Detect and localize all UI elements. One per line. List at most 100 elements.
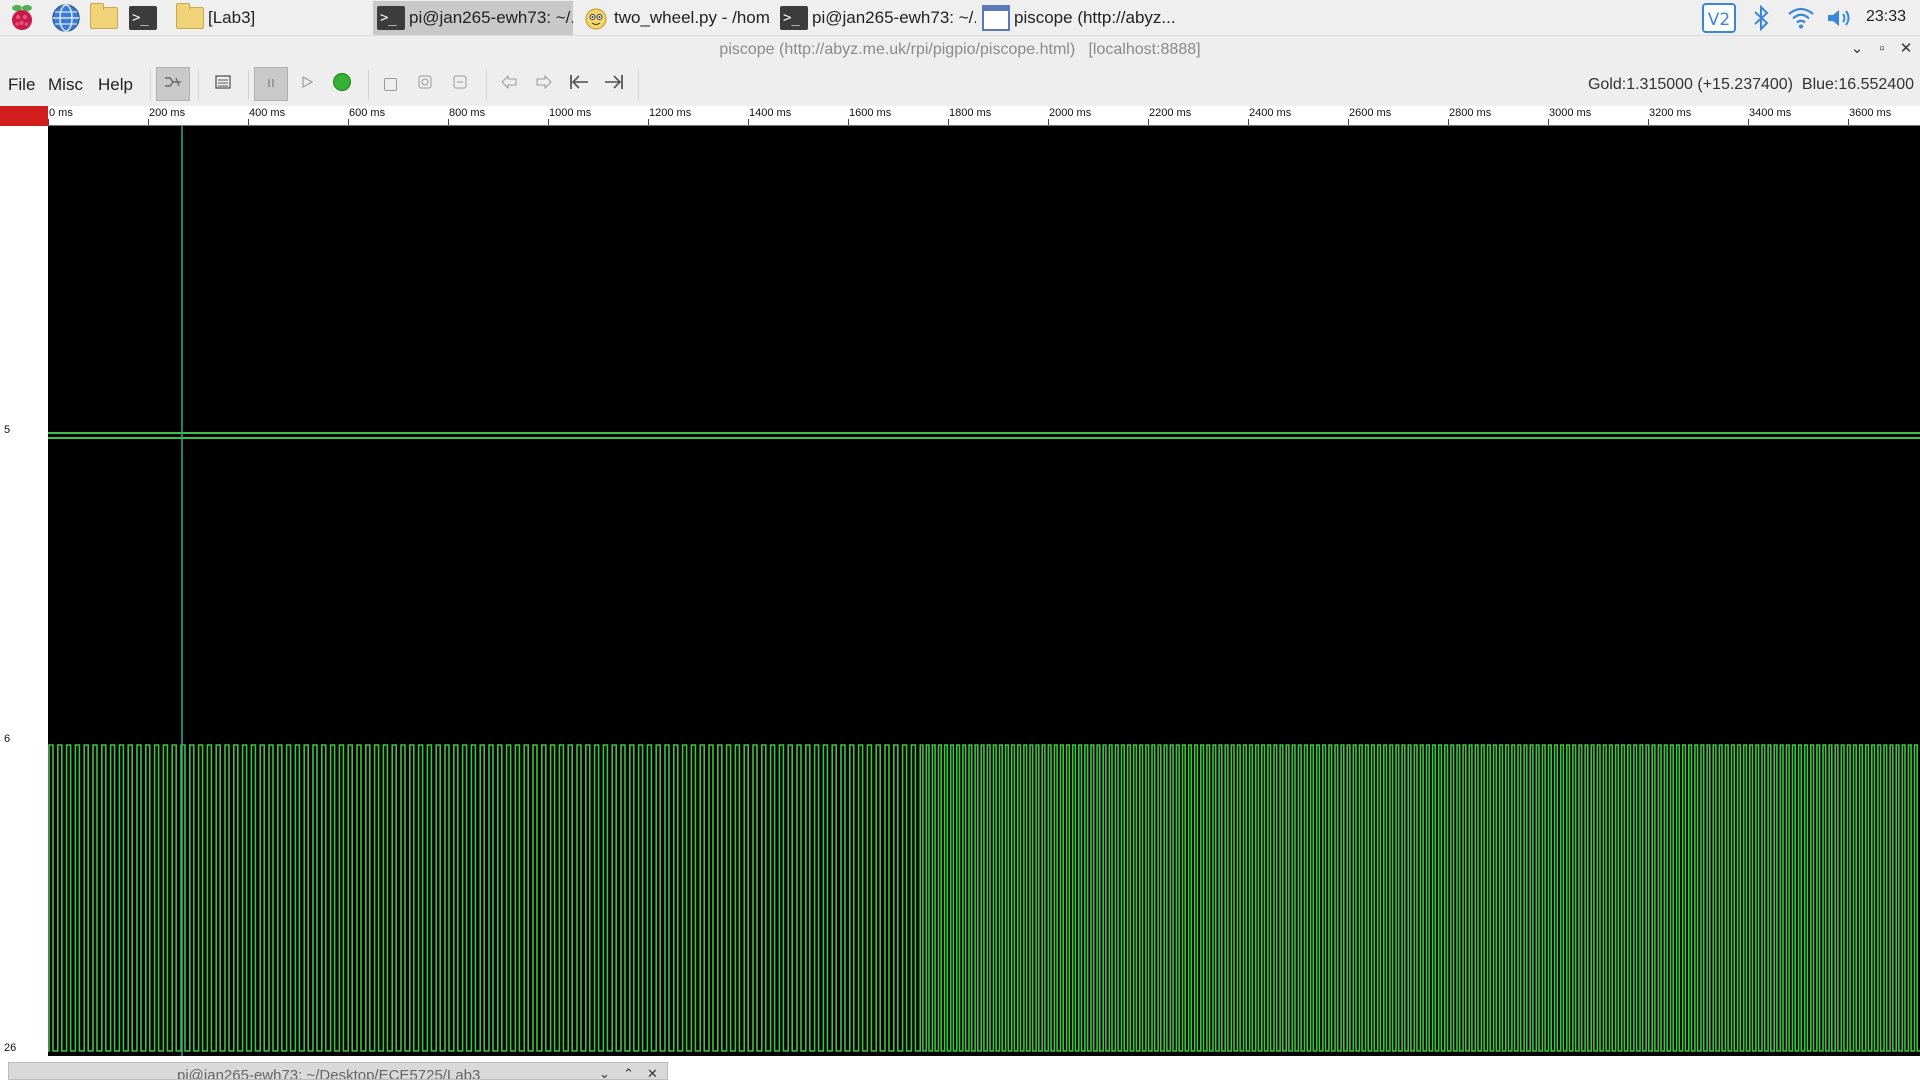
- time-tick-mark: [148, 119, 149, 125]
- pause-button[interactable]: [254, 67, 288, 101]
- gpio-label-6[interactable]: 6: [4, 733, 10, 745]
- time-tick-mark: [1148, 119, 1149, 125]
- web-browser-icon[interactable]: [51, 3, 81, 33]
- play-button[interactable]: [290, 67, 324, 101]
- time-tick-label: 1200 ms: [649, 107, 692, 119]
- scroll-left-button[interactable]: [492, 67, 526, 101]
- time-tick-mark: [648, 119, 649, 125]
- taskbar-task-label: piscope (http://abyz....: [1014, 8, 1176, 27]
- terminal-icon: >_: [780, 5, 808, 31]
- clock[interactable]: 23:33: [1866, 8, 1906, 26]
- go-to-start-icon: [569, 74, 589, 95]
- time-tick-label: 600 ms: [349, 107, 386, 119]
- window-title-bar[interactable]: piscope (http://abyz.me.uk/rpi/pigpio/pi…: [0, 36, 1920, 64]
- toolbar-separator: [486, 70, 487, 100]
- gpio-label-5[interactable]: 5: [4, 424, 10, 436]
- time-ruler[interactable]: 0 ms 200 ms 400 ms 600 ms 800 ms 1000 ms 1200 …: [48, 106, 1920, 126]
- maximize-button[interactable]: ▫: [1873, 40, 1891, 58]
- minimize-button[interactable]: ⌄: [1848, 40, 1866, 58]
- clear-marker-button[interactable]: [443, 67, 477, 101]
- time-tick-mark: [448, 119, 449, 125]
- trigger-mode-icon: [164, 75, 182, 94]
- time-tick-label: 3000 ms: [1549, 107, 1592, 119]
- wifi-icon[interactable]: [1786, 0, 1816, 36]
- trigger-mode-button[interactable]: [156, 67, 190, 101]
- gpio-6-trace: [48, 744, 1920, 1052]
- gold-marker-button[interactable]: [373, 67, 407, 101]
- time-tick-mark: [348, 119, 349, 125]
- toolbar-separator: [638, 70, 639, 100]
- time-tick-mark: [848, 119, 849, 125]
- time-tick-label: 800 ms: [449, 107, 486, 119]
- pause-icon: [266, 75, 276, 93]
- toolbar: File Misc Help Gold:1.315000 (+15.237400…: [0, 64, 1920, 106]
- window-title: piscope (http://abyz.me.uk/rpi/pigpio/pi…: [719, 41, 1201, 58]
- toolbar-separator: [198, 70, 199, 100]
- svg-text:V2: V2: [1708, 10, 1730, 30]
- close-button[interactable]: ✕: [1897, 40, 1915, 58]
- bluetooth-icon[interactable]: [1748, 0, 1774, 36]
- taskbar-task-label: pi@jan265-ewh73: ~/...: [409, 8, 573, 27]
- scroll-left-icon: [501, 74, 517, 94]
- vnc-icon[interactable]: V2: [1700, 0, 1738, 36]
- background-terminal-window[interactable]: pi@jan265-ewh73: ~/Desktop/ECE5725/Lab3 …: [8, 1062, 668, 1080]
- volume-icon[interactable]: [1824, 0, 1856, 36]
- play-icon: [301, 75, 314, 93]
- blue-marker-button[interactable]: [408, 67, 442, 101]
- taskbar-task[interactable]: piscope (http://abyz....: [978, 1, 1176, 35]
- menu-misc[interactable]: Misc: [48, 75, 83, 95]
- time-tick-mark: [1848, 119, 1849, 125]
- terminal-icon[interactable]: >_: [128, 3, 158, 33]
- file-manager-icon[interactable]: [89, 3, 119, 33]
- clear-marker-icon: [453, 75, 467, 94]
- go-to-end-button[interactable]: [597, 67, 631, 101]
- time-tick-label: 3400 ms: [1749, 107, 1792, 119]
- ruler-marker: [0, 106, 48, 126]
- marker-readout: Gold:1.315000 (+15.237400) Blue:16.55240…: [1587, 76, 1914, 93]
- time-tick-mark: [1248, 119, 1249, 125]
- gpio-label-column: 5 6 26: [0, 106, 48, 1056]
- time-tick-label: 2000 ms: [1049, 107, 1092, 119]
- toolbar-separator: [248, 70, 249, 100]
- raspberry-menu-icon[interactable]: [7, 3, 37, 33]
- background-window-title: pi@jan265-ewh73: ~/Desktop/ECE5725/Lab3: [177, 1067, 481, 1080]
- record-button[interactable]: [325, 67, 359, 101]
- time-tick-mark: [548, 119, 549, 125]
- background-maximize-button[interactable]: ⌃: [623, 1066, 634, 1079]
- time-tick-mark: [1748, 119, 1749, 125]
- menu-file[interactable]: File: [8, 75, 35, 95]
- gpio-label-26[interactable]: 26: [4, 1042, 16, 1054]
- go-to-start-button[interactable]: [562, 67, 596, 101]
- toolbar-separator: [368, 70, 369, 100]
- time-tick-mark: [248, 119, 249, 125]
- time-tick-label: 2800 ms: [1449, 107, 1492, 119]
- time-tick-mark: [1548, 119, 1549, 125]
- toolbar-separator: [150, 70, 151, 100]
- display-settings-button[interactable]: [206, 67, 240, 101]
- time-tick-mark: [1648, 119, 1649, 125]
- taskbar-task[interactable]: >_ pi@jan265-ewh73: ~/...: [373, 1, 573, 35]
- gold-marker-icon: [383, 77, 397, 91]
- time-tick-label: 3600 ms: [1849, 107, 1892, 119]
- time-tick-label: 1000 ms: [549, 107, 592, 119]
- taskbar-task[interactable]: two_wheel.py - /hom...: [578, 1, 770, 35]
- taskbar-task[interactable]: >_ pi@jan265-ewh73: ~/...: [776, 1, 976, 35]
- time-tick-mark: [948, 119, 949, 125]
- trace-area[interactable]: [48, 126, 1920, 1056]
- taskbar-task-label: [Lab3]: [208, 8, 256, 27]
- record-icon: [332, 72, 352, 97]
- time-tick-label: 2400 ms: [1249, 107, 1292, 119]
- time-tick-label: 0 ms: [49, 107, 73, 119]
- background-minimize-button[interactable]: ⌄: [599, 1066, 610, 1079]
- menu-help[interactable]: Help: [98, 75, 133, 95]
- taskbar-task[interactable]: [Lab3]: [172, 1, 372, 35]
- time-tick-label: 3200 ms: [1649, 107, 1692, 119]
- thonny-icon: [582, 5, 610, 31]
- time-tick-mark: [748, 119, 749, 125]
- window-icon: [982, 5, 1010, 31]
- time-tick-mark: [1048, 119, 1049, 125]
- background-close-button[interactable]: ✕: [647, 1066, 658, 1079]
- taskbar-task-label: two_wheel.py - /hom...: [614, 8, 770, 27]
- taskbar: >_ [Lab3] >_ pi@jan265-ewh73: ~/... two_whe…: [0, 0, 1920, 36]
- scroll-right-button[interactable]: [527, 67, 561, 101]
